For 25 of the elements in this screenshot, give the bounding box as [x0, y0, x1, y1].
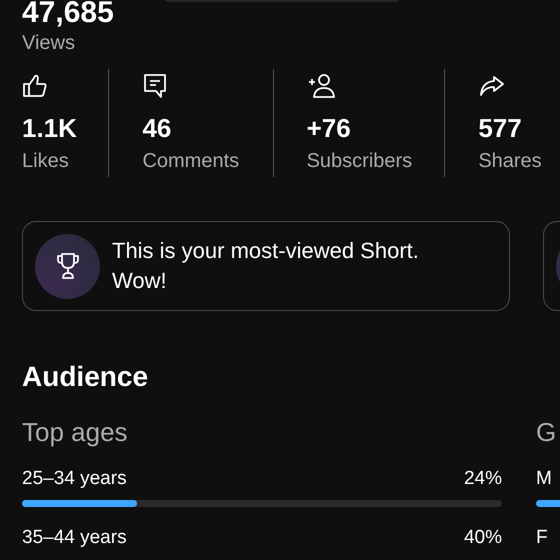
stat-value: +76: [306, 113, 351, 144]
add-person-icon: [306, 73, 337, 99]
stat-value: 46: [142, 113, 172, 144]
section-heading: Audience: [22, 360, 148, 394]
stat-label: Shares: [478, 150, 542, 173]
highlight-text: This is your most-viewed Short. Wow!: [112, 237, 420, 295]
row-label: 25–34 years: [22, 468, 127, 490]
row-percent: 40%: [464, 527, 502, 549]
views-count: 47,685: [22, 0, 114, 30]
row-label: M: [536, 468, 552, 490]
row-label: 35–44 years: [22, 527, 127, 549]
subsection-title: G: [536, 417, 556, 448]
share-icon: [478, 73, 506, 99]
row-label: F: [536, 527, 548, 549]
trophy-icon: [54, 251, 80, 281]
row-percent: 24%: [464, 468, 502, 490]
stat-label: Comments: [142, 150, 240, 173]
stat-label: Subscribers: [306, 150, 412, 173]
thumbs-up-icon: [22, 73, 48, 99]
stat-value: 1.1K: [22, 113, 77, 144]
stat-value: 577: [478, 113, 522, 144]
comment-icon: [142, 73, 168, 99]
views-label: Views: [22, 32, 75, 55]
subsection-title: Top ages: [22, 417, 128, 448]
stat-label: Likes: [22, 150, 69, 173]
